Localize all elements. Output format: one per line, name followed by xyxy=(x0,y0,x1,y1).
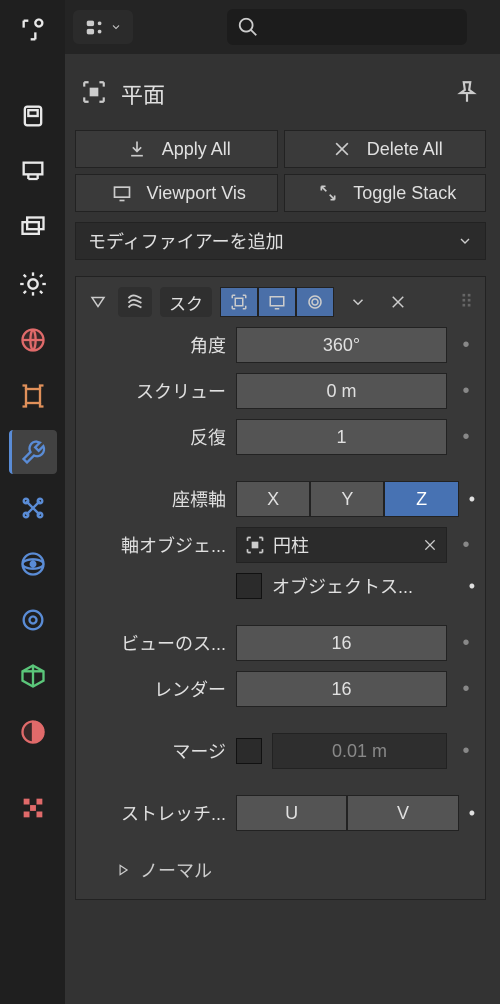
object-icon xyxy=(81,79,107,110)
axis-anim-dot[interactable]: • xyxy=(469,489,475,510)
modifier-screw: スク ⠿ 角度 360° • スクリュー xyxy=(75,276,486,900)
add-modifier-dropdown[interactable]: モディファイアーを追加 xyxy=(75,222,486,260)
apply-all-label: Apply All xyxy=(162,139,231,160)
screw-label: スクリュー xyxy=(86,378,226,404)
axis-toggle-group: X Y Z xyxy=(236,481,459,517)
tab-world[interactable] xyxy=(9,318,57,362)
tab-object[interactable] xyxy=(9,374,57,418)
modifier-menu[interactable] xyxy=(342,287,374,317)
axis-x[interactable]: X xyxy=(236,481,310,517)
merge-checkbox[interactable] xyxy=(236,738,262,764)
stretch-anim-dot[interactable]: • xyxy=(469,803,475,824)
render-steps-anim-dot[interactable]: • xyxy=(457,678,475,701)
stretch-v[interactable]: V xyxy=(347,795,458,831)
angle-anim-dot[interactable]: • xyxy=(457,334,475,357)
modifier-delete[interactable] xyxy=(382,287,414,317)
download-icon xyxy=(122,139,152,159)
merge-anim-dot[interactable]: • xyxy=(457,740,475,763)
clear-icon[interactable] xyxy=(422,537,438,553)
editor-type-dropdown[interactable] xyxy=(73,10,133,44)
object-screw-anim-dot[interactable]: • xyxy=(469,576,475,597)
axis-label: 座標軸 xyxy=(86,486,226,512)
angle-field[interactable]: 360° xyxy=(236,327,447,363)
expand-icon xyxy=(313,183,343,203)
angle-label: 角度 xyxy=(86,332,226,358)
tab-mesh[interactable] xyxy=(9,654,57,698)
tab-material[interactable] xyxy=(9,710,57,754)
monitor-icon xyxy=(107,183,137,203)
axis-object-field[interactable]: 円柱 xyxy=(236,527,447,563)
axis-y[interactable]: Y xyxy=(310,481,384,517)
tab-viewlayer[interactable] xyxy=(9,206,57,250)
topbar xyxy=(65,0,500,54)
toggle-render[interactable] xyxy=(296,287,334,317)
viewport-vis-button[interactable]: Viewport Vis xyxy=(75,174,278,212)
iterations-label: 反復 xyxy=(86,424,226,450)
view-steps-field[interactable]: 16 xyxy=(236,625,447,661)
modifier-name[interactable]: スク xyxy=(160,287,212,317)
tab-scene[interactable] xyxy=(9,262,57,306)
tab-modifiers[interactable] xyxy=(9,430,57,474)
merge-label: マージ xyxy=(86,738,226,764)
pin-icon[interactable] xyxy=(454,79,480,110)
axis-object-label: 軸オブジェ... xyxy=(86,532,226,558)
view-steps-anim-dot[interactable]: • xyxy=(457,632,475,655)
object-screw-label: オブジェクトス... xyxy=(272,573,413,599)
iterations-anim-dot[interactable]: • xyxy=(457,426,475,449)
property-tab-strip xyxy=(0,0,65,1004)
tab-render[interactable] xyxy=(9,94,57,138)
normal-subpanel[interactable]: ノーマル xyxy=(86,857,475,883)
object-header: 平面 xyxy=(75,64,486,120)
delete-all-button[interactable]: Delete All xyxy=(284,130,487,168)
tab-texture[interactable] xyxy=(9,786,57,830)
toggle-realtime[interactable] xyxy=(258,287,296,317)
render-steps-label: レンダー xyxy=(86,676,226,702)
add-modifier-label: モディファイアーを追加 xyxy=(88,228,284,254)
close-icon xyxy=(327,139,357,159)
normal-subpanel-label: ノーマル xyxy=(140,857,212,883)
toggle-stack-button[interactable]: Toggle Stack xyxy=(284,174,487,212)
tab-constraints[interactable] xyxy=(9,598,57,642)
merge-field[interactable]: 0.01 m xyxy=(272,733,447,769)
axis-object-value: 円柱 xyxy=(273,532,414,558)
object-name: 平面 xyxy=(121,78,165,110)
tab-tool[interactable] xyxy=(9,8,57,52)
collapse-toggle[interactable] xyxy=(86,290,110,314)
search-input[interactable] xyxy=(227,9,467,45)
object-screw-checkbox[interactable] xyxy=(236,573,262,599)
stretch-u[interactable]: U xyxy=(236,795,347,831)
axis-object-anim-dot[interactable]: • xyxy=(457,534,475,557)
tab-particles[interactable] xyxy=(9,486,57,530)
tab-physics[interactable] xyxy=(9,542,57,586)
tab-output[interactable] xyxy=(9,150,57,194)
viewport-vis-label: Viewport Vis xyxy=(147,183,246,204)
screw-icon xyxy=(118,287,152,317)
toggle-stack-label: Toggle Stack xyxy=(353,183,456,204)
drag-handle[interactable]: ⠿ xyxy=(460,292,475,313)
chevron-down-icon xyxy=(457,233,473,249)
stretch-label: ストレッチ... xyxy=(86,800,226,826)
delete-all-label: Delete All xyxy=(367,139,443,160)
view-steps-label: ビューのス... xyxy=(86,630,226,656)
object-icon xyxy=(245,535,265,555)
render-steps-field[interactable]: 16 xyxy=(236,671,447,707)
iterations-field[interactable]: 1 xyxy=(236,419,447,455)
screw-field[interactable]: 0 m xyxy=(236,373,447,409)
screw-anim-dot[interactable]: • xyxy=(457,380,475,403)
axis-z[interactable]: Z xyxy=(384,481,458,517)
apply-all-button[interactable]: Apply All xyxy=(75,130,278,168)
toggle-edit-mode[interactable] xyxy=(220,287,258,317)
